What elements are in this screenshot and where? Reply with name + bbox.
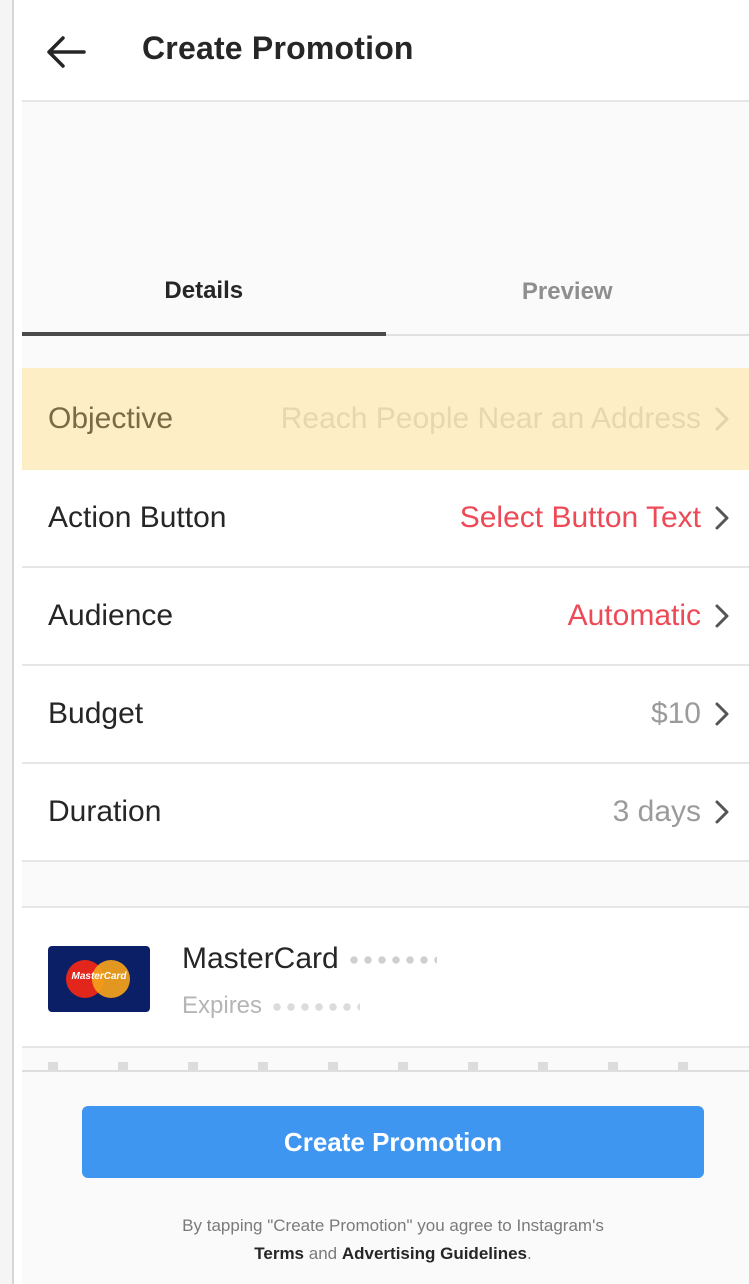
row-label: Action Button xyxy=(48,501,227,534)
terms-link[interactable]: Terms xyxy=(254,1244,304,1263)
chevron-right-icon xyxy=(711,601,733,631)
promotion-settings-list: Objective Reach People Near an Address A… xyxy=(22,368,749,862)
left-edge-rail xyxy=(0,0,14,1284)
action-button-row[interactable]: Action Button Select Button Text xyxy=(22,470,749,568)
clipped-text-line xyxy=(48,1062,728,1070)
budget-row[interactable]: Budget $10 xyxy=(22,666,749,764)
legal-prefix: By tapping "Create Promotion" you agree … xyxy=(182,1216,604,1235)
row-label: Duration xyxy=(48,795,162,828)
chevron-right-icon xyxy=(711,503,733,533)
masked-card-number xyxy=(346,951,437,970)
row-label: Budget xyxy=(48,697,144,730)
legal-and: and xyxy=(308,1244,338,1263)
chevron-right-icon xyxy=(711,797,733,827)
app-header: Create Promotion xyxy=(22,0,749,102)
payment-method-card[interactable]: MasterCard MasterCard Expires xyxy=(22,906,749,1048)
row-value: Reach People Near an Address xyxy=(280,402,701,435)
row-value: $10 xyxy=(650,697,701,730)
chevron-right-icon xyxy=(711,699,733,729)
chevron-right-icon xyxy=(711,404,733,434)
tab-details[interactable]: Details xyxy=(22,250,386,336)
duration-row[interactable]: Duration 3 days xyxy=(22,764,749,862)
mastercard-logo-icon: MasterCard xyxy=(48,946,150,1012)
objective-row[interactable]: Objective Reach People Near an Address xyxy=(22,368,749,470)
card-logo-text: MasterCard xyxy=(71,971,127,982)
row-label: Objective xyxy=(48,402,174,435)
legal-notice: By tapping "Create Promotion" you agree … xyxy=(82,1212,704,1268)
card-expires-label: Expires xyxy=(182,992,263,1019)
tab-bar: Details Preview xyxy=(22,250,749,336)
arrow-left-icon xyxy=(47,36,86,68)
tab-preview[interactable]: Preview xyxy=(385,250,749,336)
masked-expiry xyxy=(270,997,361,1016)
advertising-guidelines-link[interactable]: Advertising Guidelines xyxy=(342,1244,527,1263)
create-promotion-button[interactable]: Create Promotion xyxy=(82,1106,704,1178)
back-button[interactable] xyxy=(42,28,90,76)
row-value: 3 days xyxy=(612,795,701,828)
row-value: Select Button Text xyxy=(459,501,701,534)
card-name: MasterCard xyxy=(182,942,339,975)
legal-suffix: . xyxy=(527,1244,532,1263)
row-value: Automatic xyxy=(567,599,701,632)
page-title: Create Promotion xyxy=(142,30,414,66)
row-label: Audience xyxy=(48,599,174,632)
create-promotion-screen: Create Promotion Details Preview Objecti… xyxy=(22,0,749,1284)
audience-row[interactable]: Audience Automatic xyxy=(22,568,749,666)
